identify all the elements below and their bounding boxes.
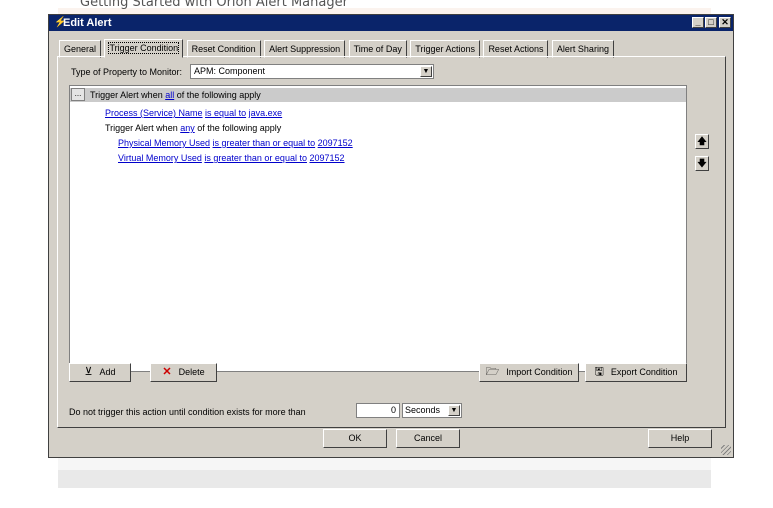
condition-field-link[interactable]: Physical Memory Used — [118, 138, 210, 148]
property-type-value: APM: Component — [194, 66, 266, 76]
document-footer-band — [58, 470, 711, 488]
group-condition-suffix: of the following apply — [194, 123, 282, 133]
tree-row-root[interactable]: ... Trigger Alert when all of the follow… — [70, 88, 686, 102]
condition-value-link[interactable]: java.exe — [249, 108, 283, 118]
folder-open-icon: 🗁 — [485, 366, 500, 378]
maximize-button[interactable]: □ — [705, 17, 717, 28]
condition-value-link[interactable]: 2097152 — [309, 153, 344, 163]
condition-value-link[interactable]: 2097152 — [318, 138, 353, 148]
tree-row-virtual-memory: Virtual Memory Used is greater than or e… — [118, 152, 345, 164]
condition-tree[interactable]: ... Trigger Alert when all of the follow… — [69, 85, 687, 372]
condition-menu-button[interactable]: ... — [71, 88, 85, 101]
export-condition-button[interactable]: 🖫 Export Condition — [585, 363, 687, 382]
tab-strip: General Trigger Condition Reset Conditio… — [59, 39, 614, 58]
tree-row-process-name: Process (Service) Name is equal to java.… — [105, 107, 282, 119]
chevron-down-icon[interactable]: ▼ — [448, 405, 460, 416]
root-condition-suffix: of the following apply — [174, 90, 261, 100]
document-heading: Getting Started with Orion Alert Manager — [80, 0, 348, 10]
root-all-link[interactable]: all — [165, 90, 174, 100]
condition-field-link[interactable]: Process (Service) Name — [105, 108, 203, 118]
group-any-link[interactable]: any — [180, 123, 195, 133]
trigger-delay-unit-value: Seconds — [405, 405, 441, 415]
property-type-label: Type of Property to Monitor: — [71, 67, 183, 77]
condition-field-link[interactable]: Virtual Memory Used — [118, 153, 202, 163]
move-down-button[interactable]: 🡇 — [695, 156, 709, 171]
trigger-delay-unit-select[interactable]: Seconds ▼ — [402, 403, 462, 418]
delete-x-icon: ✕ — [162, 366, 172, 378]
group-condition-prefix: Trigger Alert when — [105, 123, 181, 133]
condition-operator-link[interactable]: is greater than or equal to — [213, 138, 316, 148]
title-bar[interactable]: ⚡ Edit Alert _ □ ✕ — [49, 15, 733, 31]
tab-trigger-condition[interactable]: Trigger Condition — [104, 39, 184, 58]
delete-button[interactable]: ✕ Delete — [150, 363, 217, 382]
resize-grip[interactable] — [721, 445, 731, 455]
ok-button[interactable]: OK — [323, 429, 387, 448]
move-up-button[interactable]: 🡅 — [695, 134, 709, 149]
condition-operator-link[interactable]: is greater than or equal to — [204, 153, 307, 163]
minimize-button[interactable]: _ — [692, 17, 704, 28]
tree-row-physical-memory: Physical Memory Used is greater than or … — [118, 137, 353, 149]
root-condition-prefix: Trigger Alert when — [90, 90, 166, 100]
trigger-delay-input[interactable]: 0 — [356, 403, 400, 418]
edit-alert-dialog: ⚡ Edit Alert _ □ ✕ General Trigger Condi… — [48, 14, 734, 458]
cancel-button[interactable]: Cancel — [396, 429, 460, 448]
close-button[interactable]: ✕ — [719, 17, 731, 28]
import-condition-button[interactable]: 🗁 Import Condition — [479, 363, 579, 382]
condition-operator-link[interactable]: is equal to — [205, 108, 246, 118]
tree-row-any-group: Trigger Alert when any of the following … — [105, 122, 281, 134]
property-type-select[interactable]: APM: Component ▼ — [190, 64, 434, 79]
filter-add-icon: ⊻ — [84, 366, 93, 378]
trigger-delay-label: Do not trigger this action until conditi… — [69, 407, 306, 417]
help-button[interactable]: Help — [648, 429, 712, 448]
chevron-down-icon[interactable]: ▼ — [420, 66, 432, 77]
window-title: Edit Alert — [63, 17, 112, 29]
floppy-disk-icon: 🖫 — [594, 366, 604, 378]
add-button[interactable]: ⊻ Add — [69, 363, 131, 382]
